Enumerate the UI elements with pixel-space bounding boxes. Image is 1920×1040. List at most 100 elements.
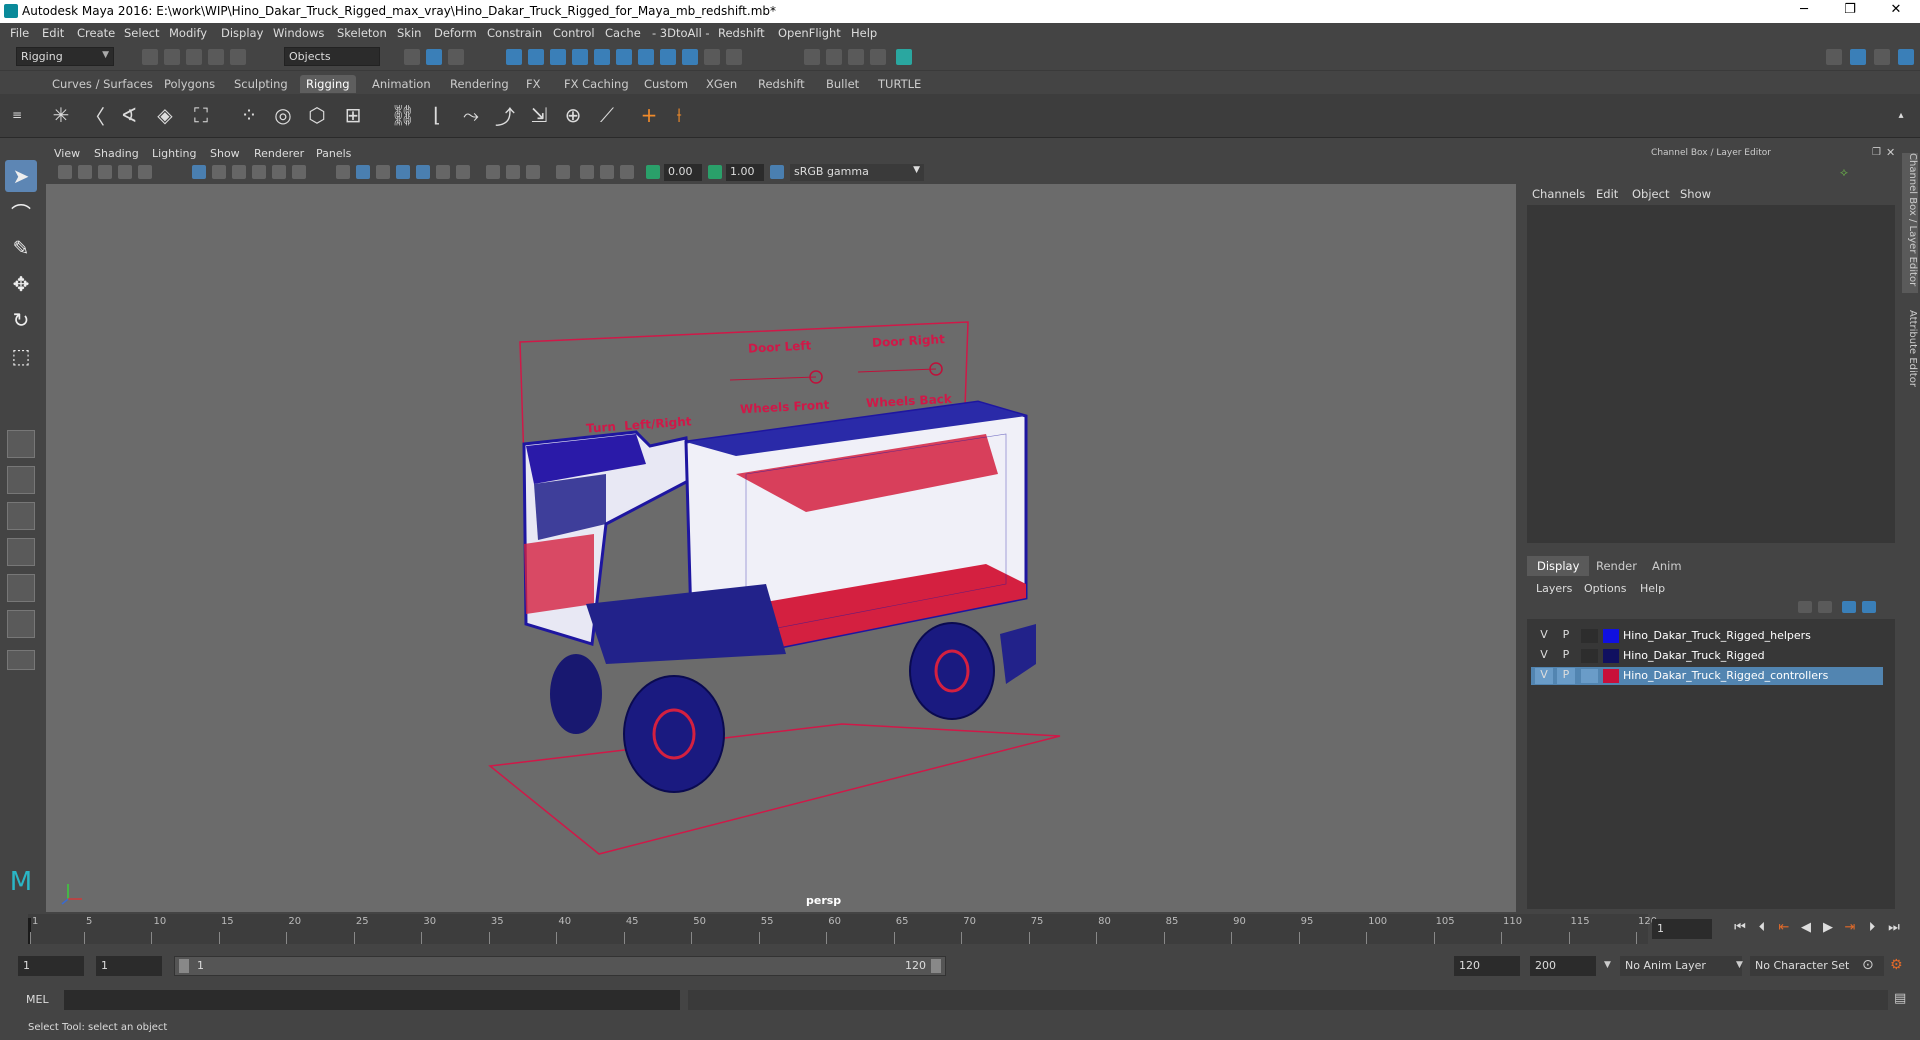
float-panel-icon[interactable]: ❐	[1872, 147, 1881, 158]
orient-constraint-icon[interactable]: ⤴	[490, 99, 520, 131]
new-empty-layer-icon[interactable]	[1842, 601, 1856, 613]
lock-icon[interactable]	[704, 49, 720, 65]
minimize-button[interactable]: ─	[1784, 2, 1824, 17]
workspace-icon[interactable]	[1826, 49, 1842, 65]
shelf-menu-icon[interactable]: ≡	[8, 99, 26, 131]
bookmark-icon[interactable]	[98, 165, 112, 179]
play-forwards-icon[interactable]: ▶	[1818, 920, 1838, 938]
xray-icon[interactable]	[580, 165, 594, 179]
play-backwards-icon[interactable]: ◀	[1796, 920, 1816, 938]
menu-create[interactable]: Create	[77, 26, 115, 40]
hypershade-layout-icon[interactable]	[7, 610, 35, 638]
anim-layer-dropdown[interactable]: No Anim Layer	[1620, 956, 1742, 976]
select-component-icon[interactable]	[448, 49, 464, 65]
ipr-render-icon[interactable]	[848, 49, 864, 65]
cb-menu-channels[interactable]: Channels	[1532, 187, 1585, 201]
undo-icon[interactable]	[208, 49, 224, 65]
menu-windows[interactable]: Windows	[273, 26, 324, 40]
shelf-scroll-icon[interactable]: ▴	[1894, 99, 1908, 131]
menu-file[interactable]: File	[10, 26, 29, 40]
multisample-icon[interactable]	[506, 165, 520, 179]
menu-select[interactable]: Select	[124, 26, 159, 40]
shelf-tab-rendering[interactable]: Rendering	[444, 75, 515, 93]
two-pane-layout-icon[interactable]	[7, 502, 35, 530]
render-settings-icon[interactable]	[870, 49, 886, 65]
le-menu-help[interactable]: Help	[1640, 582, 1665, 595]
new-scene-icon[interactable]	[142, 49, 158, 65]
history-icon[interactable]	[682, 49, 698, 65]
ik-spline-icon[interactable]: ∢	[114, 99, 144, 131]
bind-skin-icon[interactable]: ⛓	[388, 99, 418, 131]
aim-constraint-icon[interactable]: ⤳	[456, 99, 486, 131]
wireframe-on-shaded-icon[interactable]	[376, 165, 390, 179]
save-scene-icon[interactable]	[186, 49, 202, 65]
step-back-key-icon[interactable]: ⏴	[1752, 920, 1772, 938]
isolate-select-icon[interactable]	[556, 165, 570, 179]
render-view-icon[interactable]	[804, 49, 820, 65]
shelf-tab-polygons[interactable]: Polygons	[158, 75, 221, 93]
use-all-lights-icon[interactable]	[416, 165, 430, 179]
open-scene-icon[interactable]	[164, 49, 180, 65]
image-plane-icon[interactable]	[118, 165, 132, 179]
layer-type-swatch[interactable]	[1581, 629, 1598, 643]
close-button[interactable]: ✕	[1876, 2, 1916, 17]
layer-color-swatch[interactable]	[1603, 669, 1619, 683]
move-layer-up-icon[interactable]	[1798, 601, 1812, 613]
layout-menu-icon[interactable]	[7, 650, 35, 670]
menu-skin[interactable]: Skin	[397, 26, 421, 40]
parent-constraint-icon[interactable]: ⊕	[558, 99, 588, 131]
sculpt-deformer-icon[interactable]: ⊞	[338, 99, 368, 131]
redo-icon[interactable]	[230, 49, 246, 65]
snap-settings-icon[interactable]	[660, 49, 676, 65]
ik-fk-icon[interactable]: ⟊	[664, 99, 694, 131]
graph-layout-icon[interactable]	[7, 574, 35, 602]
move-tool-icon[interactable]: ✥	[5, 268, 37, 300]
tab-anim[interactable]: Anim	[1642, 556, 1692, 576]
humanik-icon[interactable]: ⛶	[186, 99, 216, 131]
vp-menu-view[interactable]: View	[54, 147, 80, 160]
toggle-attribute-editor-icon[interactable]	[1898, 49, 1914, 65]
layer-row[interactable]: V P Hino_Dakar_Truck_Rigged_controllers	[1531, 667, 1883, 685]
menu-modify[interactable]: Modify	[169, 26, 207, 40]
four-pane-layout-icon[interactable]	[7, 466, 35, 494]
safe-title-icon[interactable]	[292, 165, 306, 179]
layer-name[interactable]: Hino_Dakar_Truck_Rigged	[1623, 649, 1765, 662]
layer-playback-toggle[interactable]: P	[1557, 648, 1575, 664]
menu-deform[interactable]: Deform	[434, 26, 477, 40]
side-tab-attribute-editor[interactable]: Attribute Editor	[1902, 310, 1918, 387]
side-tab-channel-box[interactable]: Channel Box / Layer Editor	[1902, 153, 1918, 293]
cb-menu-show[interactable]: Show	[1680, 187, 1711, 201]
vp-menu-lighting[interactable]: Lighting	[152, 147, 196, 160]
restore-button[interactable]: ❐	[1830, 2, 1870, 17]
snap-live-icon[interactable]	[594, 49, 610, 65]
joint-tool-icon[interactable]: ✳	[46, 99, 76, 131]
snap-view-plane-icon[interactable]	[572, 49, 588, 65]
menu-redshift[interactable]: Redshift	[718, 26, 765, 40]
shelf-tab-fx[interactable]: FX	[520, 75, 547, 93]
vp-menu-panels[interactable]: Panels	[316, 147, 351, 160]
snap-curve-icon[interactable]	[528, 49, 544, 65]
resolution-gate-icon[interactable]	[212, 165, 226, 179]
layer-name[interactable]: Hino_Dakar_Truck_Rigged_helpers	[1623, 629, 1811, 642]
command-language-label[interactable]: MEL	[26, 993, 49, 1006]
scale-constraint-icon[interactable]: ⇲	[524, 99, 554, 131]
menu-constrain[interactable]: Constrain	[487, 26, 542, 40]
motion-blur-icon[interactable]	[486, 165, 500, 179]
menu-cache[interactable]: Cache	[605, 26, 641, 40]
point-constraint-icon[interactable]: ⌊	[422, 99, 452, 131]
smooth-shade-icon[interactable]	[356, 165, 370, 179]
ik-handle-icon[interactable]: 〈	[80, 99, 110, 131]
selection-mode-dropdown[interactable]: Objects	[284, 47, 380, 66]
command-input[interactable]	[64, 990, 680, 1010]
vp-menu-show[interactable]: Show	[210, 147, 240, 160]
shelf-tab-bullet[interactable]: Bullet	[820, 75, 865, 93]
playback-end-field[interactable]: 120	[1454, 956, 1520, 976]
locator-icon[interactable]: +	[634, 99, 664, 131]
rotate-tool-icon[interactable]: ↻	[5, 304, 37, 336]
snap-point-icon[interactable]	[550, 49, 566, 65]
shelf-tab-sculpting[interactable]: Sculpting	[228, 75, 294, 93]
cb-menu-object[interactable]: Object	[1632, 187, 1669, 201]
step-forward-key-icon[interactable]: ⏵	[1862, 920, 1882, 938]
toggle-tool-settings-icon[interactable]	[1874, 49, 1890, 65]
layer-type-swatch[interactable]	[1581, 649, 1598, 663]
